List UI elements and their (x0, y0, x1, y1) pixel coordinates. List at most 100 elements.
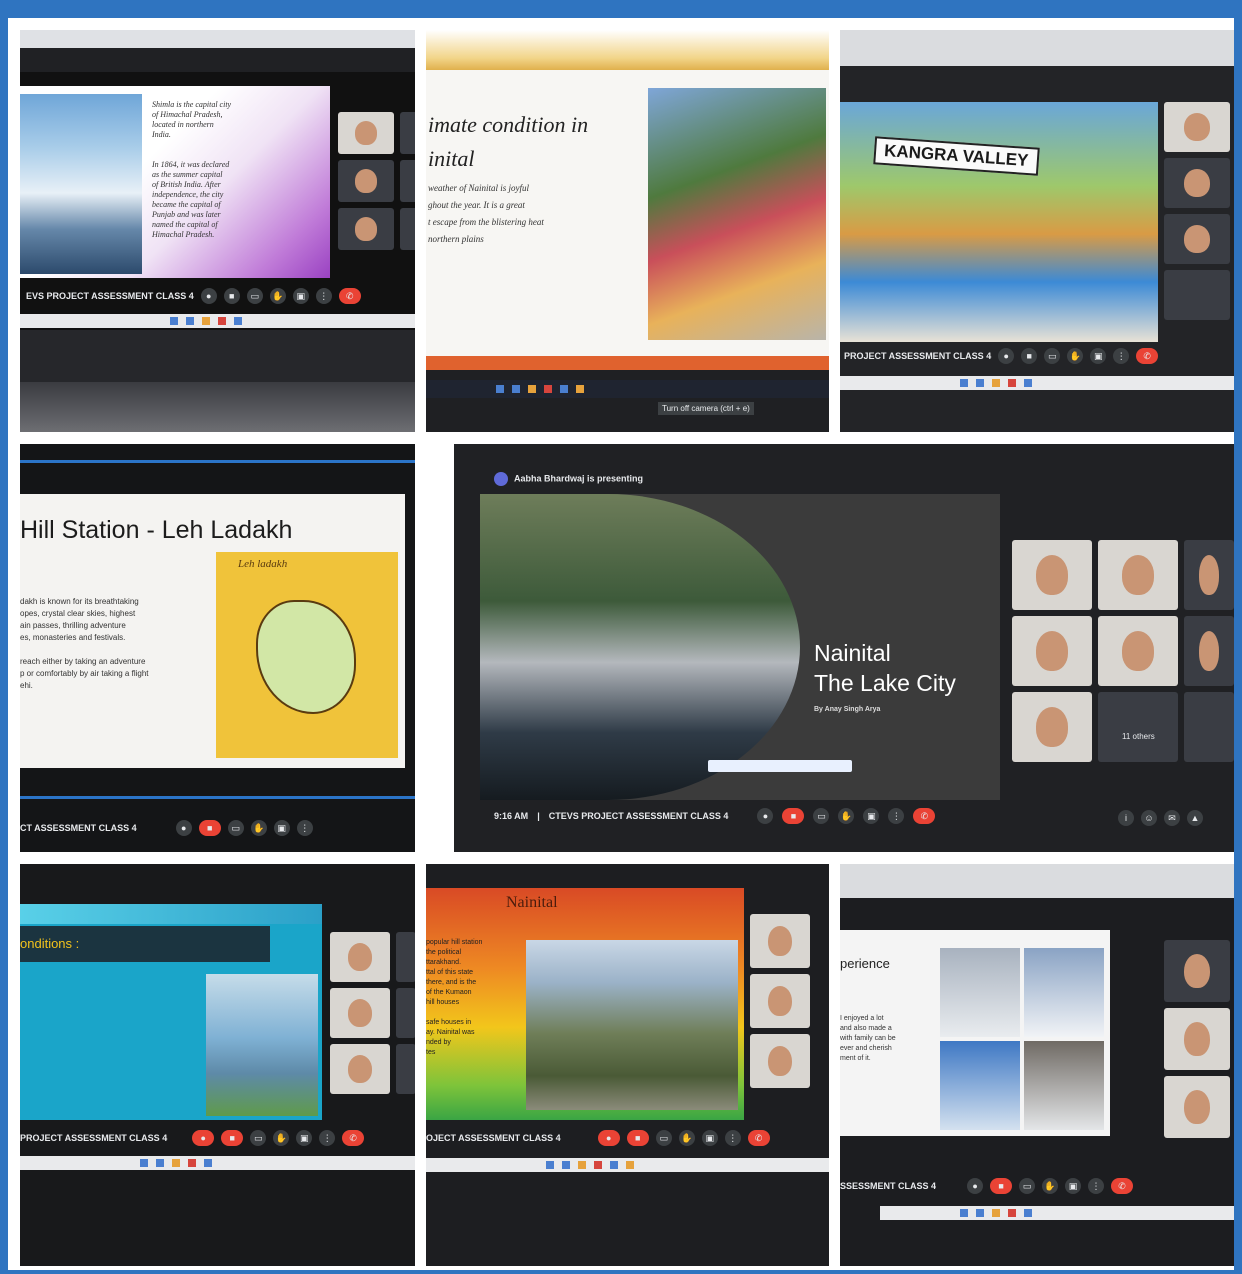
participant-tile[interactable] (1098, 540, 1178, 610)
raise-hand-icon[interactable]: ✋ (269, 288, 286, 304)
raise-hand-icon[interactable]: ✋ (250, 820, 267, 836)
participant-tile[interactable] (400, 112, 415, 154)
participant-tile[interactable] (338, 160, 394, 202)
participant-tile[interactable] (1164, 102, 1230, 152)
present-icon[interactable]: ▣ (863, 808, 880, 824)
captions-icon[interactable]: ▭ (655, 1130, 672, 1146)
taskbar-icon[interactable] (960, 1209, 968, 1217)
participant-tile[interactable] (1164, 158, 1230, 208)
present-icon[interactable]: ▣ (273, 820, 290, 836)
participant-tile[interactable] (750, 974, 810, 1028)
taskbar-icon[interactable] (512, 385, 520, 393)
more-options-icon[interactable]: ⋮ (315, 288, 332, 304)
participant-tile[interactable] (1012, 692, 1092, 762)
participant-tile[interactable] (338, 112, 394, 154)
taskbar-icon[interactable] (562, 1161, 570, 1169)
more-options-icon[interactable]: ⋮ (296, 820, 313, 836)
participant-tile[interactable] (1164, 1008, 1230, 1070)
participant-tile[interactable] (1012, 540, 1092, 610)
end-call-icon[interactable]: ✆ (342, 1130, 365, 1146)
taskbar-icon[interactable] (992, 379, 1000, 387)
camera-icon[interactable]: ■ (1021, 348, 1038, 364)
more-options-icon[interactable]: ⋮ (1113, 348, 1130, 364)
participant-tile[interactable] (400, 208, 415, 250)
present-icon[interactable]: ▣ (292, 288, 309, 304)
present-icon[interactable]: ▣ (296, 1130, 313, 1146)
captions-icon[interactable]: ▭ (227, 820, 244, 836)
participant-tile[interactable] (1184, 540, 1234, 610)
mic-off-icon[interactable]: ● (597, 1130, 620, 1146)
participant-tile[interactable] (338, 208, 394, 250)
participant-tile[interactable] (396, 988, 415, 1038)
raise-hand-icon[interactable]: ✋ (678, 1130, 695, 1146)
taskbar-icon[interactable] (578, 1161, 586, 1169)
camera-off-icon[interactable]: ■ (626, 1130, 649, 1146)
present-icon[interactable]: ▣ (1090, 348, 1107, 364)
end-call-icon[interactable]: ✆ (1136, 348, 1159, 364)
camera-off-icon[interactable]: ■ (221, 1130, 244, 1146)
activities-icon[interactable]: ▲ (1187, 810, 1203, 826)
taskbar-icon[interactable] (1024, 379, 1032, 387)
taskbar-icon[interactable] (594, 1161, 602, 1169)
camera-icon[interactable]: ■ (223, 288, 240, 304)
mic-icon[interactable]: ● (175, 820, 192, 836)
taskbar-icon[interactable] (976, 379, 984, 387)
stop-presenting-pill[interactable] (708, 760, 852, 772)
more-options-icon[interactable]: ⋮ (1088, 1178, 1105, 1194)
taskbar-icon[interactable] (610, 1161, 618, 1169)
people-icon[interactable]: ☺ (1141, 810, 1157, 826)
taskbar-icon[interactable] (496, 385, 504, 393)
end-call-icon[interactable]: ✆ (913, 808, 936, 824)
participant-tile[interactable] (750, 914, 810, 968)
taskbar-icon[interactable] (170, 317, 178, 325)
camera-off-icon[interactable]: ■ (990, 1178, 1013, 1194)
participant-tile[interactable] (1164, 940, 1230, 1002)
taskbar-icon[interactable] (186, 317, 194, 325)
taskbar-icon[interactable] (960, 379, 968, 387)
chat-icon[interactable]: ✉ (1164, 810, 1180, 826)
taskbar-icon[interactable] (560, 385, 568, 393)
taskbar-icon[interactable] (576, 385, 584, 393)
raise-hand-icon[interactable]: ✋ (1067, 348, 1084, 364)
mic-off-icon[interactable]: ● (192, 1130, 215, 1146)
taskbar-icon[interactable] (1008, 379, 1016, 387)
more-options-icon[interactable]: ⋮ (724, 1130, 741, 1146)
captions-icon[interactable]: ▭ (246, 288, 263, 304)
taskbar-icon[interactable] (188, 1159, 196, 1167)
participant-tile[interactable] (396, 932, 415, 982)
present-icon[interactable]: ▣ (1065, 1178, 1082, 1194)
captions-icon[interactable]: ▭ (1019, 1178, 1036, 1194)
participant-tile[interactable] (330, 1044, 390, 1094)
more-options-icon[interactable]: ⋮ (888, 808, 905, 824)
participant-tile[interactable] (1012, 616, 1092, 686)
participant-tile[interactable] (1164, 214, 1230, 264)
taskbar-icon[interactable] (140, 1159, 148, 1167)
raise-hand-icon[interactable]: ✋ (1042, 1178, 1059, 1194)
participant-tile[interactable] (1098, 616, 1178, 686)
taskbar-icon[interactable] (234, 317, 242, 325)
taskbar-icon[interactable] (992, 1209, 1000, 1217)
participant-tile[interactable] (1164, 1076, 1230, 1138)
more-options-icon[interactable]: ⋮ (319, 1130, 336, 1146)
captions-icon[interactable]: ▭ (1044, 348, 1061, 364)
end-call-icon[interactable]: ✆ (747, 1130, 770, 1146)
raise-hand-icon[interactable]: ✋ (273, 1130, 290, 1146)
taskbar-icon[interactable] (528, 385, 536, 393)
participant-tile[interactable] (330, 932, 390, 982)
mic-icon[interactable]: ● (200, 288, 217, 304)
participant-tile[interactable] (330, 988, 390, 1038)
end-call-icon[interactable]: ✆ (338, 288, 361, 304)
mic-icon[interactable]: ● (967, 1178, 984, 1194)
camera-off-icon[interactable]: ■ (782, 808, 805, 824)
participant-tile[interactable] (1164, 270, 1230, 320)
raise-hand-icon[interactable]: ✋ (838, 808, 855, 824)
taskbar-icon[interactable] (544, 385, 552, 393)
present-icon[interactable]: ▣ (701, 1130, 718, 1146)
taskbar-icon[interactable] (202, 317, 210, 325)
mic-icon[interactable]: ● (998, 348, 1015, 364)
end-call-icon[interactable]: ✆ (1111, 1178, 1134, 1194)
captions-icon[interactable]: ▭ (250, 1130, 267, 1146)
taskbar-icon[interactable] (976, 1209, 984, 1217)
taskbar-icon[interactable] (218, 317, 226, 325)
taskbar-icon[interactable] (546, 1161, 554, 1169)
